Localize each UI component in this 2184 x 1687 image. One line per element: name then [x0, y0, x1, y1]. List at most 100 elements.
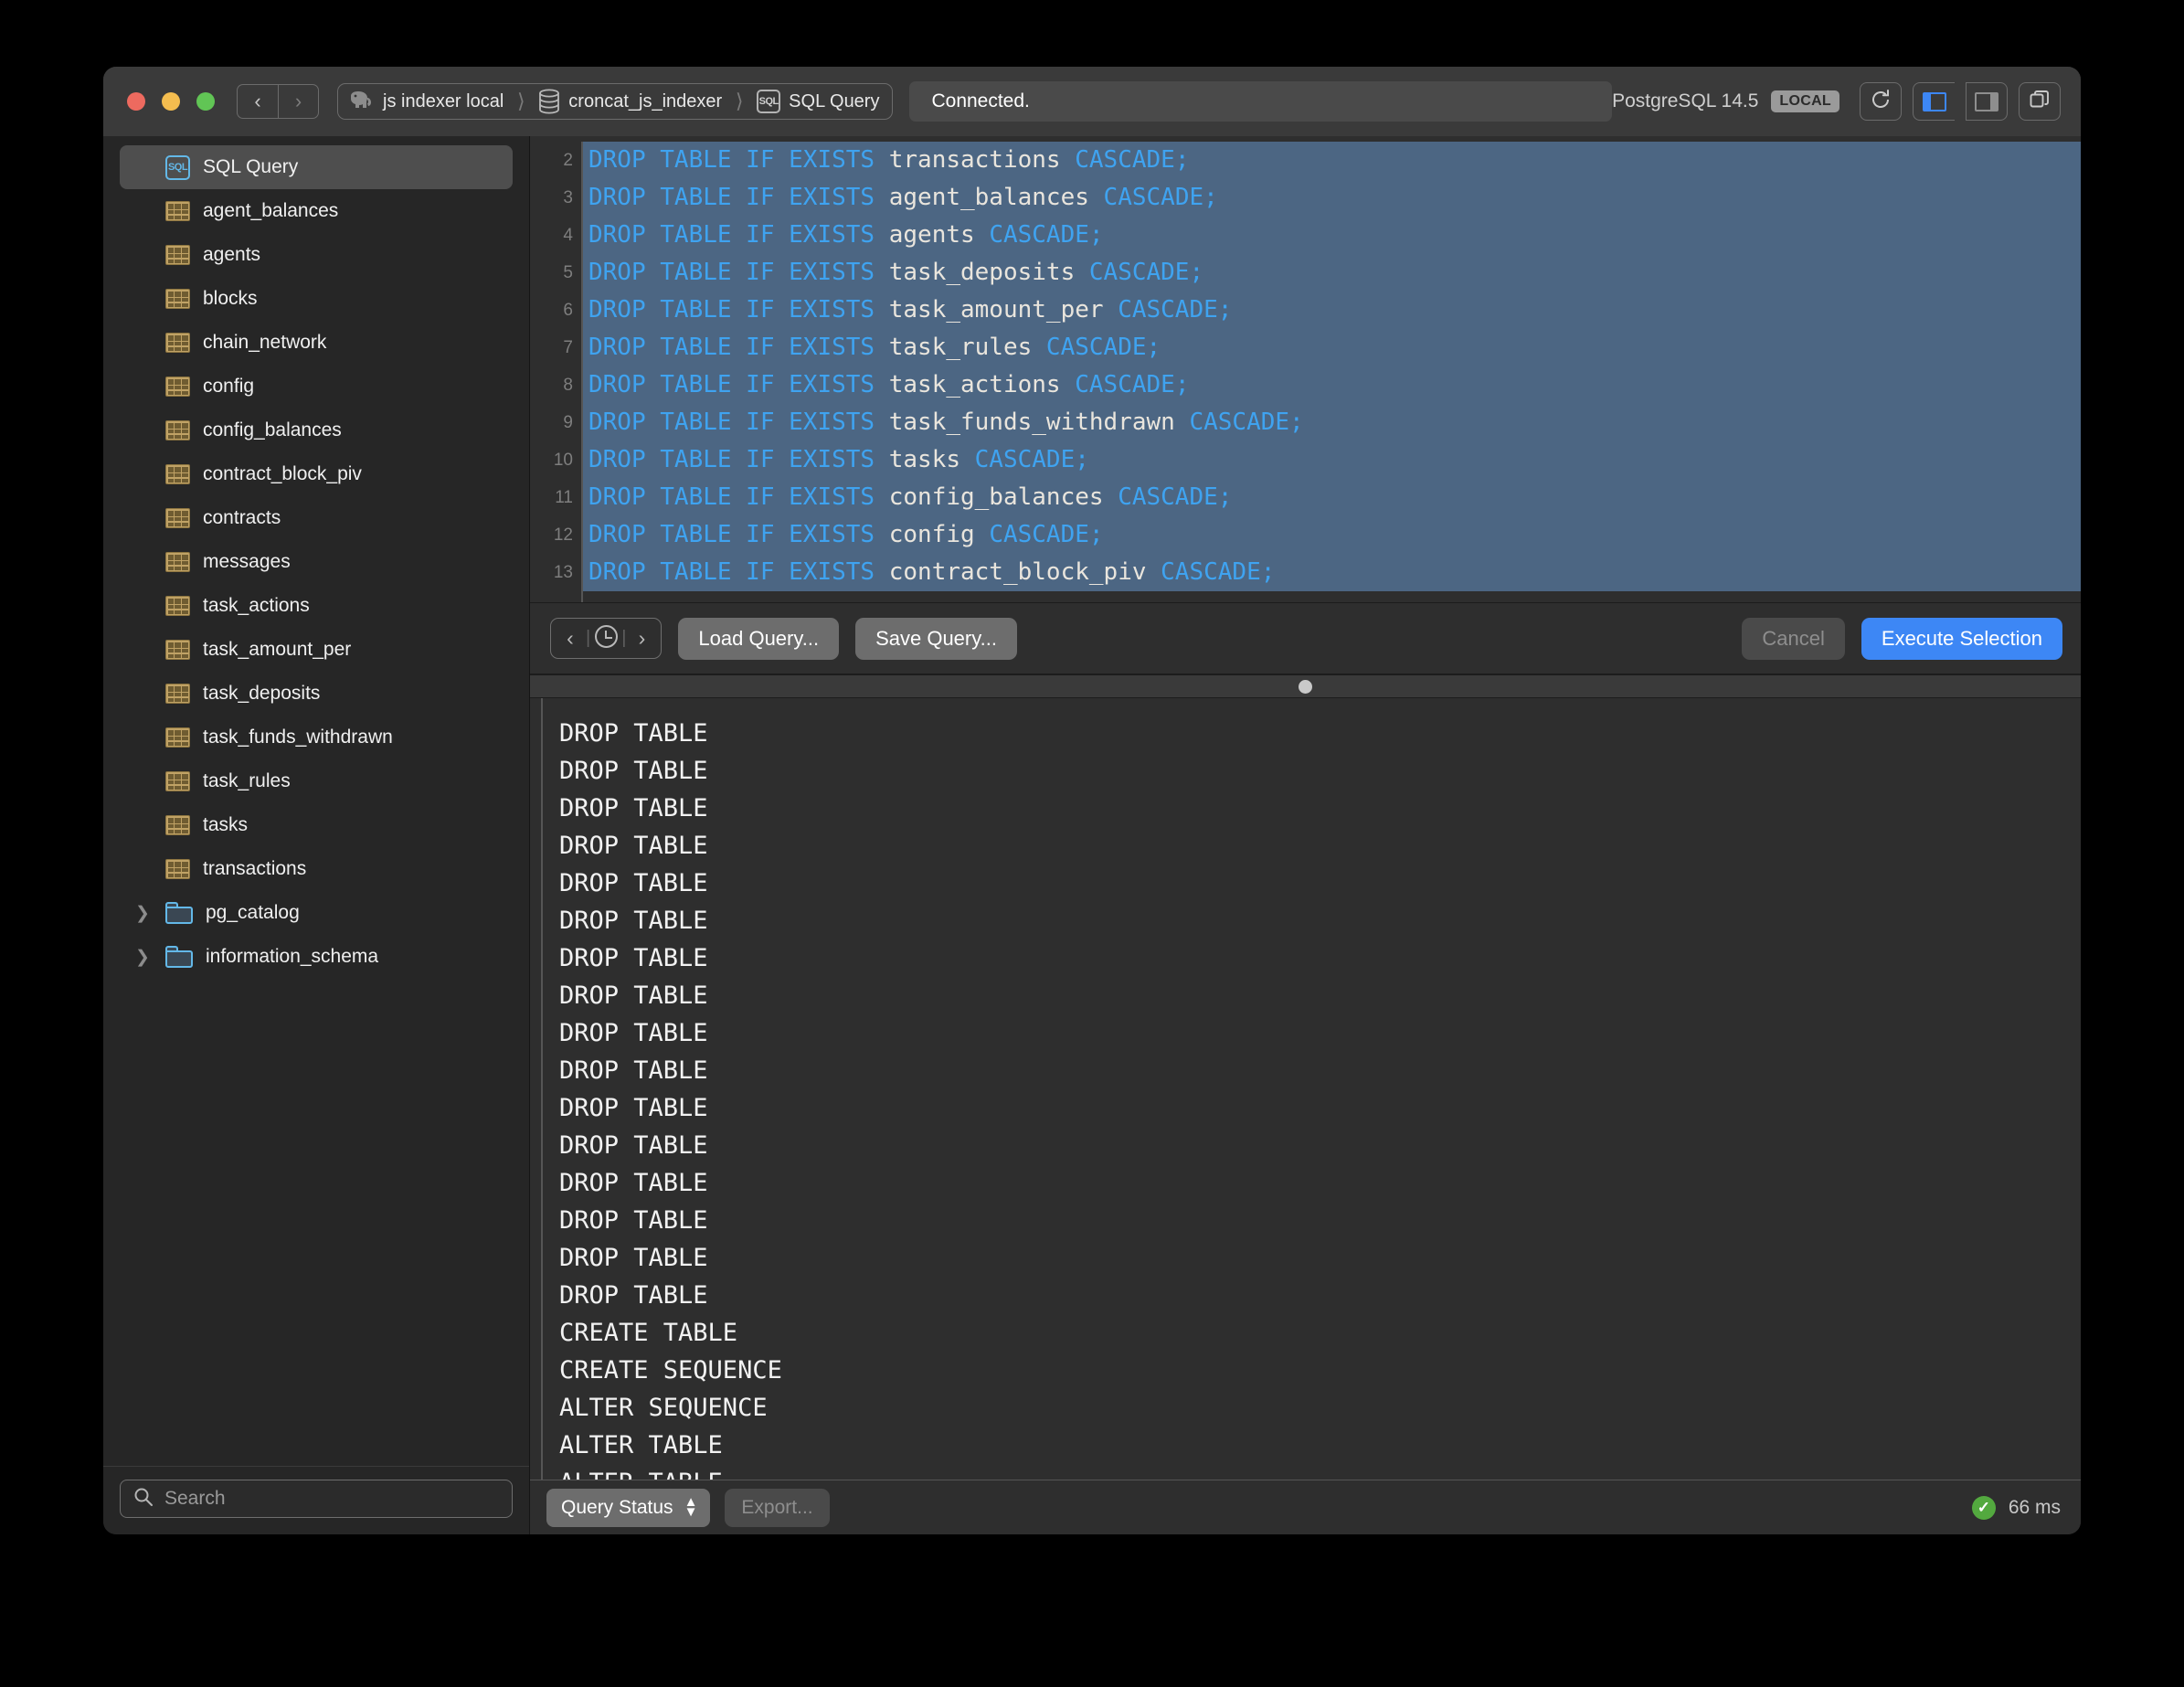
sql-keyword: CASCADE [1189, 408, 1290, 436]
result-row[interactable]: DROP TABLE [559, 715, 2081, 752]
sidebar-item-agent-balances[interactable]: agent_balances [120, 189, 513, 233]
refresh-button[interactable] [1860, 82, 1902, 121]
result-row[interactable]: DROP TABLE [559, 939, 2081, 977]
result-row[interactable]: DROP TABLE [559, 790, 2081, 827]
result-row[interactable]: DROP TABLE [559, 1164, 2081, 1202]
result-row[interactable]: DROP TABLE [559, 865, 2081, 902]
result-row[interactable]: CREATE TABLE [559, 1314, 2081, 1352]
result-row[interactable]: ALTER TABLE [559, 1427, 2081, 1464]
toggle-right-sidebar-button[interactable] [1966, 82, 2008, 121]
history-prev-button[interactable]: ‹ [555, 628, 586, 649]
zoom-button[interactable] [196, 92, 215, 111]
back-button[interactable]: ‹ [237, 84, 278, 119]
result-row[interactable]: DROP TABLE [559, 1277, 2081, 1314]
sidebar-item-config[interactable]: config [120, 365, 513, 408]
sidebar-item-contracts[interactable]: contracts [120, 496, 513, 540]
sidebar-item-blocks[interactable]: blocks [120, 277, 513, 321]
sql-editor[interactable]: 2 3 4 5 6 7 8 9 10 11 12 13 DROP TABLE IF EXISTS tr… [530, 136, 2081, 603]
close-button[interactable] [127, 92, 145, 111]
sidebar-item-task-actions[interactable]: task_actions [120, 584, 513, 628]
breadcrumb-item-connection[interactable]: js indexer local [347, 90, 504, 112]
sidebar-item-task-amount-per[interactable]: task_amount_per [120, 628, 513, 672]
table-icon [165, 508, 190, 528]
query-history-group[interactable]: ‹ | | › [550, 618, 663, 659]
sql-identifier: contract_block_piv [888, 558, 1161, 586]
sidebar-object-list[interactable]: SQL SQL Query agent_balances agents blocks ch… [103, 136, 529, 1466]
code-line[interactable]: DROP TABLE IF EXISTS config CASCADE; [583, 516, 2081, 554]
window-tabs-button[interactable] [2019, 82, 2061, 121]
sidebar-item-task-deposits[interactable]: task_deposits [120, 672, 513, 716]
chevron-right-icon[interactable]: ❯ [133, 947, 153, 968]
search-input[interactable] [164, 1488, 499, 1510]
breadcrumb-item-sql-query[interactable]: SQL SQL Query [757, 90, 879, 113]
result-row[interactable]: DROP TABLE [559, 1239, 2081, 1277]
sidebar-item-task-rules[interactable]: task_rules [120, 759, 513, 803]
result-row[interactable]: DROP TABLE [559, 1052, 2081, 1089]
search-box[interactable] [120, 1480, 513, 1518]
results-list[interactable]: DROP TABLE DROP TABLE DROP TABLE DROP TABLE… [543, 698, 2081, 1480]
sql-identifier: agent_balances [888, 184, 1104, 211]
editor-code-area[interactable]: DROP TABLE IF EXISTS transactions CASCAD… [583, 136, 2081, 602]
sql-keyword: DROP TABLE IF EXISTS [588, 184, 889, 211]
result-row[interactable]: ALTER TABLE [559, 1464, 2081, 1480]
export-button[interactable]: Export... [725, 1488, 830, 1527]
table-icon [165, 859, 190, 879]
history-next-button[interactable]: › [626, 628, 657, 649]
line-number: 10 [553, 451, 573, 470]
result-row[interactable]: DROP TABLE [559, 902, 2081, 939]
load-query-button[interactable]: Load Query... [678, 617, 840, 660]
sidebar-item-information-schema[interactable]: ❯ information_schema [120, 935, 513, 979]
result-row[interactable]: ALTER SEQUENCE [559, 1389, 2081, 1427]
result-row[interactable]: DROP TABLE [559, 1014, 2081, 1052]
sidebar-item-chain-network[interactable]: chain_network [120, 321, 513, 365]
sidebar-item-agents[interactable]: agents [120, 233, 513, 277]
code-line[interactable]: DROP TABLE IF EXISTS task_amount_per CAS… [583, 292, 2081, 329]
result-row[interactable]: DROP TABLE [559, 1089, 2081, 1127]
line-number: 4 [563, 226, 573, 245]
code-line[interactable]: DROP TABLE IF EXISTS task_funds_withdraw… [583, 404, 2081, 441]
history-clock-button[interactable] [590, 625, 621, 652]
result-row[interactable]: DROP TABLE [559, 827, 2081, 865]
code-line[interactable]: DROP TABLE IF EXISTS config_balances CAS… [583, 479, 2081, 516]
result-row[interactable]: DROP TABLE [559, 1202, 2081, 1239]
result-row[interactable]: DROP TABLE [559, 1127, 2081, 1164]
forward-button[interactable]: › [278, 84, 319, 119]
sidebar-item-transactions[interactable]: transactions [120, 847, 513, 891]
sidebar-item-sql-query[interactable]: SQL SQL Query [120, 145, 513, 189]
code-line[interactable]: DROP TABLE IF EXISTS task_deposits CASCA… [583, 254, 2081, 292]
code-line[interactable]: DROP TABLE IF EXISTS task_rules CASCADE; [583, 329, 2081, 366]
sql-terminator: ; [1088, 521, 1104, 548]
result-row[interactable]: CREATE SEQUENCE [559, 1352, 2081, 1389]
result-row[interactable]: DROP TABLE [559, 977, 2081, 1014]
result-row[interactable]: DROP TABLE [559, 752, 2081, 790]
sidebar-item-messages[interactable]: messages [120, 540, 513, 584]
code-line[interactable]: DROP TABLE IF EXISTS tasks CASCADE; [583, 441, 2081, 479]
code-line[interactable]: DROP TABLE IF EXISTS agents CASCADE; [583, 217, 2081, 254]
sidebar-item-label: task_deposits [203, 683, 321, 704]
code-line[interactable]: DROP TABLE IF EXISTS task_actions CASCAD… [583, 366, 2081, 404]
breadcrumb-item-database[interactable]: croncat_js_indexer [538, 89, 722, 114]
sidebar-item-label: task_actions [203, 595, 310, 616]
minimize-button[interactable] [162, 92, 180, 111]
cancel-button[interactable]: Cancel [1742, 617, 1845, 660]
save-query-button[interactable]: Save Query... [855, 617, 1017, 660]
sidebar-item-label: task_amount_per [203, 639, 352, 660]
sql-terminator: ; [1174, 371, 1190, 398]
chevron-right-icon[interactable]: ❯ [133, 903, 153, 924]
sidebar-item-pg-catalog[interactable]: ❯ pg_catalog [120, 891, 513, 935]
sidebar-item-tasks[interactable]: tasks [120, 803, 513, 847]
code-line[interactable]: DROP TABLE IF EXISTS contract_block_piv … [583, 554, 2081, 591]
toggle-left-sidebar-button[interactable] [1913, 82, 1955, 121]
query-status-popup[interactable]: Query Status ▲ ▼ [546, 1488, 711, 1527]
breadcrumb-connection-label: js indexer local [383, 90, 504, 111]
sql-terminator: ; [1189, 259, 1204, 286]
code-line[interactable]: DROP TABLE IF EXISTS transactions CASCAD… [583, 142, 2081, 179]
pane-divider-handle[interactable] [1299, 679, 1312, 694]
sidebar-item-contract-block-piv[interactable]: contract_block_piv [120, 452, 513, 496]
code-line[interactable]: DROP TABLE IF EXISTS agent_balances CASC… [583, 179, 2081, 217]
pane-divider[interactable] [530, 674, 2081, 698]
execute-selection-button[interactable]: Execute Selection [1861, 617, 2062, 660]
sidebar-item-config-balances[interactable]: config_balances [120, 408, 513, 452]
sidebar-item-task-funds-withdrawn[interactable]: task_funds_withdrawn [120, 716, 513, 759]
editor-line-numbers: 2 3 4 5 6 7 8 9 10 11 12 13 [530, 136, 583, 602]
